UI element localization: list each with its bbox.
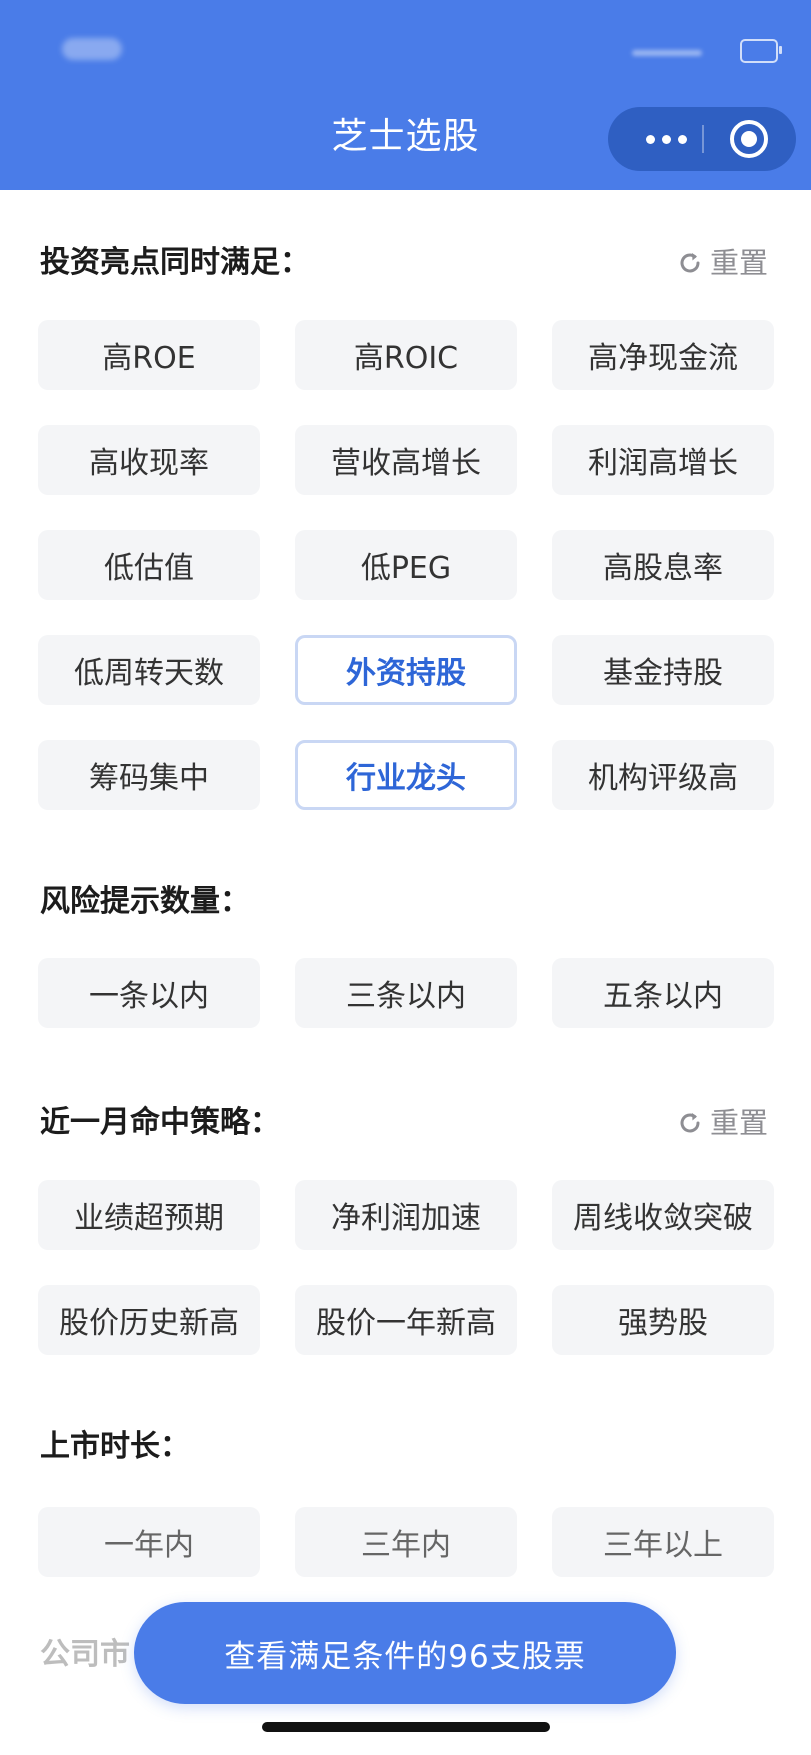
filter-chip[interactable]: 周线收敛突破	[552, 1180, 774, 1250]
filter-chip[interactable]: 三年以上	[552, 1507, 774, 1577]
filter-chip[interactable]: 高净现金流	[552, 320, 774, 390]
reset-label: 重置	[710, 1106, 769, 1140]
filter-chip[interactable]: 净利润加速	[295, 1180, 517, 1250]
reset-button-highlights[interactable]: 重置	[676, 241, 768, 285]
filter-chip[interactable]: 三条以内	[295, 958, 517, 1028]
section-title-highlights: 投资亮点同时满足：	[40, 245, 310, 280]
filter-chip[interactable]: 业绩超预期	[38, 1180, 260, 1250]
filter-chip[interactable]: 高ROIC	[295, 320, 517, 390]
filter-chip[interactable]: 一年内	[38, 1507, 260, 1577]
strategy-chip-grid: 业绩超预期 净利润加速 周线收敛突破股价历史新高 股价一年新高 强势股	[38, 1180, 774, 1355]
view-results-button[interactable]: 查看满足条件的96支股票	[134, 1602, 676, 1704]
filter-chip[interactable]: 基金持股	[552, 635, 774, 705]
filter-chip[interactable]: 行业龙头	[295, 740, 517, 810]
filter-chip[interactable]: 三年内	[295, 1507, 517, 1577]
filter-chip[interactable]: 强势股	[552, 1285, 774, 1355]
section-title-strategy: 近一月命中策略：	[40, 1105, 280, 1140]
section-title-listing: 上市时长：	[40, 1429, 190, 1464]
filter-chip[interactable]: 机构评级高	[552, 740, 774, 810]
filter-chip[interactable]: 低估值	[38, 530, 260, 600]
more-dots-icon[interactable]	[636, 107, 696, 171]
status-signal-icon	[632, 50, 702, 56]
section-title-risk: 风险提示数量：	[40, 884, 250, 919]
filter-chip[interactable]: 高股息率	[552, 530, 774, 600]
capsule-divider	[702, 125, 704, 153]
refresh-icon	[676, 1109, 704, 1137]
refresh-icon	[676, 249, 704, 277]
filter-chip[interactable]: 高收现率	[38, 425, 260, 495]
filter-chip[interactable]: 利润高增长	[552, 425, 774, 495]
nav-header: 芝士选股	[0, 0, 811, 190]
risk-chip-grid: 一条以内 三条以内 五条以内	[38, 958, 774, 1028]
home-indicator	[262, 1722, 550, 1732]
listing-chip-grid: 一年内 三年内 三年以上	[38, 1507, 774, 1577]
filter-chip[interactable]: 营收高增长	[295, 425, 517, 495]
section-title-market-cap: 公司市	[40, 1637, 130, 1672]
reset-label: 重置	[710, 246, 769, 280]
status-bar-time	[62, 38, 122, 60]
target-close-icon[interactable]	[730, 120, 768, 158]
filter-chip[interactable]: 外资持股	[295, 635, 517, 705]
filter-chip[interactable]: 低PEG	[295, 530, 517, 600]
filter-chip[interactable]: 股价历史新高	[38, 1285, 260, 1355]
filter-chip[interactable]: 高ROE	[38, 320, 260, 390]
battery-icon	[740, 39, 782, 63]
filter-chip[interactable]: 低周转天数	[38, 635, 260, 705]
reset-button-strategy[interactable]: 重置	[676, 1101, 768, 1145]
filter-chip[interactable]: 股价一年新高	[295, 1285, 517, 1355]
filter-chip[interactable]: 一条以内	[38, 958, 260, 1028]
filter-chip[interactable]: 筹码集中	[38, 740, 260, 810]
filter-chip[interactable]: 五条以内	[552, 958, 774, 1028]
highlights-chip-grid: 高ROE 高ROIC 高净现金流高收现率 营收高增长 利润高增长低估值 低PEG 高股息率低…	[38, 320, 774, 810]
mini-program-capsule	[608, 107, 796, 171]
